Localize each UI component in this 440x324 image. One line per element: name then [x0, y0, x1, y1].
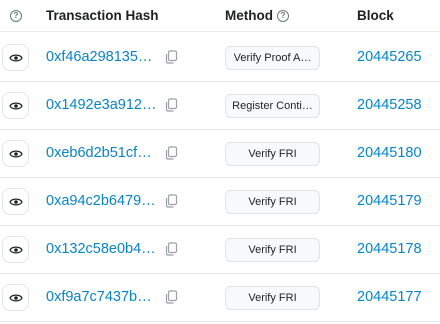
- block-number-link[interactable]: 20445258: [357, 97, 422, 113]
- eye-icon: [8, 149, 23, 159]
- block-number-link[interactable]: 20445265: [357, 49, 422, 65]
- copy-icon[interactable]: [164, 194, 178, 208]
- transaction-hash-link[interactable]: 0xf46a2981353…: [46, 49, 158, 65]
- method-badge: Register Conti…: [225, 94, 320, 118]
- table-row: 0x1492e3a912… Register Conti… 20445258: [0, 82, 440, 130]
- view-details-button[interactable]: [2, 284, 29, 311]
- transaction-hash-link[interactable]: 0x1492e3a912…: [46, 97, 158, 113]
- view-details-button[interactable]: [2, 44, 29, 71]
- table-header: ? Transaction Hash Method ? Block: [0, 0, 440, 32]
- method-label: Verify FRI: [248, 292, 297, 304]
- transaction-hash-link[interactable]: 0xa94c2b6479…: [46, 193, 158, 209]
- method-badge: Verify FRI: [225, 142, 320, 166]
- transaction-hash-link[interactable]: 0xf9a7c7437bc…: [46, 289, 158, 305]
- eye-icon: [8, 53, 23, 63]
- copy-icon[interactable]: [164, 290, 178, 304]
- eye-icon: [8, 245, 23, 255]
- block-number-link[interactable]: 20445180: [357, 145, 422, 161]
- block-number-link[interactable]: 20445179: [357, 193, 422, 209]
- view-details-button[interactable]: [2, 92, 29, 119]
- view-details-button[interactable]: [2, 188, 29, 215]
- copy-icon[interactable]: [164, 242, 178, 256]
- table-row: 0xf9a7c7437bc… Verify FRI 20445177: [0, 274, 440, 322]
- column-header-method: Method ?: [225, 0, 289, 31]
- column-header-method-label: Method: [225, 8, 273, 23]
- transaction-hash-link[interactable]: 0xeb6d2b51cfd…: [46, 145, 158, 161]
- copy-icon[interactable]: [164, 146, 178, 160]
- eye-icon: [8, 293, 23, 303]
- table-row: 0x132c58e0b4… Verify FRI 20445178: [0, 226, 440, 274]
- copy-icon[interactable]: [164, 50, 178, 64]
- question-circle-icon[interactable]: ?: [277, 9, 289, 22]
- column-header-block-label: Block: [357, 8, 394, 23]
- header-info-cell: ?: [10, 0, 22, 31]
- method-label: Verify FRI: [248, 196, 297, 208]
- method-label: Verify FRI: [248, 244, 297, 256]
- transaction-hash-link[interactable]: 0x132c58e0b4…: [46, 241, 158, 257]
- method-badge: Verify FRI: [225, 286, 320, 310]
- transactions-table: ? Transaction Hash Method ? Block 0xf46a…: [0, 0, 440, 324]
- method-badge: Verify FRI: [225, 190, 320, 214]
- column-header-block: Block: [357, 0, 394, 31]
- table-row: 0xf46a2981353… Verify Proof A… 20445265: [0, 34, 440, 82]
- view-details-button[interactable]: [2, 140, 29, 167]
- method-badge: Verify FRI: [225, 238, 320, 262]
- table-row: 0xeb6d2b51cfd… Verify FRI 20445180: [0, 130, 440, 178]
- method-label: Verify Proof A…: [233, 52, 312, 64]
- view-details-button[interactable]: [2, 236, 29, 263]
- copy-icon[interactable]: [164, 98, 178, 112]
- table-row: 0xa94c2b6479… Verify FRI 20445179: [0, 178, 440, 226]
- method-label: Verify FRI: [248, 148, 297, 160]
- eye-icon: [8, 197, 23, 207]
- column-header-transaction-hash-label: Transaction Hash: [46, 8, 159, 23]
- column-header-transaction-hash: Transaction Hash: [46, 0, 159, 31]
- block-number-link[interactable]: 20445177: [357, 289, 422, 305]
- question-circle-icon[interactable]: ?: [10, 9, 22, 22]
- eye-icon: [8, 101, 23, 111]
- method-label: Register Conti…: [232, 100, 313, 112]
- method-badge: Verify Proof A…: [225, 46, 320, 70]
- block-number-link[interactable]: 20445178: [357, 241, 422, 257]
